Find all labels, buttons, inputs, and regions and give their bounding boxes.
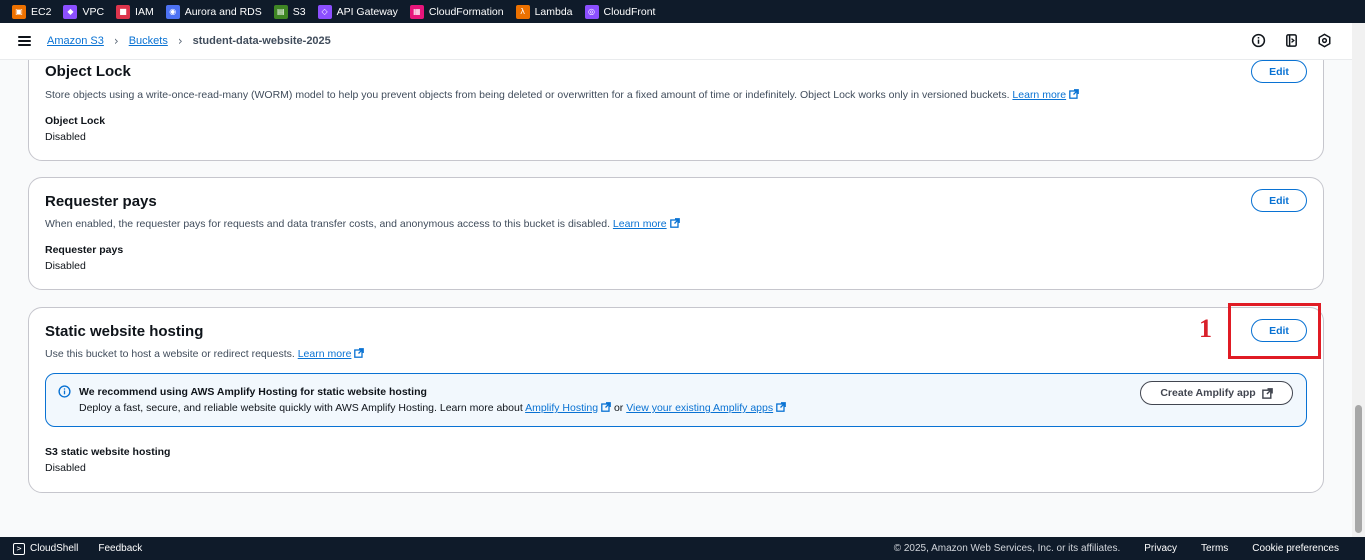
rds-icon: ◉ (165, 4, 180, 19)
settings-hexagon-icon[interactable] (1317, 33, 1332, 48)
static-hosting-learn-more-link[interactable]: Learn more (298, 348, 352, 360)
favorite-cloudfront[interactable]: ◎ CloudFront (584, 4, 655, 19)
external-link-icon (354, 348, 365, 358)
amplify-info-title: We recommend using AWS Amplify Hosting f… (79, 386, 427, 398)
breadcrumb-bar: Amazon S3 › Buckets › student-data-websi… (0, 23, 1352, 60)
s3-icon: ▤ (273, 4, 288, 19)
object-lock-card: Object Lock Edit Store objects using a w… (28, 60, 1324, 161)
object-lock-learn-more-link[interactable]: Learn more (1012, 89, 1066, 101)
create-amplify-app-button[interactable]: Create Amplify app (1140, 381, 1293, 405)
object-lock-title: Object Lock (45, 63, 131, 80)
breadcrumb-current: student-data-website-2025 (192, 35, 331, 47)
object-lock-value: Disabled (45, 131, 86, 143)
amplify-info-text: Deploy a fast, secure, and reliable webs… (79, 402, 786, 414)
requester-pays-description: When enabled, the requester pays for req… (45, 218, 680, 230)
external-link-icon (601, 402, 611, 412)
breadcrumb-amazon-s3[interactable]: Amazon S3 (47, 35, 104, 47)
static-hosting-description: Use this bucket to host a website or red… (45, 348, 365, 360)
requester-pays-card: Requester pays Edit When enabled, the re… (28, 177, 1324, 290)
iam-icon: ■ (116, 4, 131, 19)
breadcrumb: Amazon S3 › Buckets › student-data-websi… (47, 34, 331, 48)
view-amplify-apps-link[interactable]: View your existing Amplify apps (626, 402, 773, 414)
static-hosting-value: Disabled (45, 462, 86, 474)
static-hosting-key: S3 static website hosting (45, 446, 171, 458)
object-lock-edit-button[interactable]: Edit (1251, 60, 1307, 83)
feedback-link[interactable]: Feedback (98, 543, 142, 554)
external-link-icon (1261, 387, 1273, 399)
lambda-icon: λ (515, 4, 530, 19)
external-link-icon (776, 402, 786, 412)
info-icon (58, 385, 71, 398)
services-favorites-bar: ▣ EC2 ◆ VPC ■ IAM ◉ Aurora and RDS ▤ S3 ◇ API … (0, 0, 1365, 23)
cloudfront-icon: ◎ (584, 4, 599, 19)
favorite-vpc[interactable]: ◆ VPC (63, 4, 104, 19)
favorite-iam[interactable]: ■ IAM (116, 4, 154, 19)
favorite-cloudformation[interactable]: ▦ CloudFormation (409, 4, 504, 19)
external-link-icon (669, 218, 680, 228)
main-content: Object Lock Edit Store objects using a w… (0, 60, 1352, 537)
external-link-icon (1069, 89, 1079, 99)
object-lock-description: Store objects using a write-once-read-ma… (45, 89, 1079, 101)
annotation-highlight-box (1228, 303, 1321, 359)
ec2-icon: ▣ (12, 4, 26, 19)
amplify-hosting-link[interactable]: Amplify Hosting (525, 402, 598, 414)
favorite-aurora-rds[interactable]: ◉ Aurora and RDS (165, 4, 262, 19)
notifications-panel-icon[interactable] (1284, 33, 1299, 48)
object-lock-key: Object Lock (45, 115, 106, 127)
amplify-info-alert: We recommend using AWS Amplify Hosting f… (45, 373, 1307, 427)
breadcrumb-buckets[interactable]: Buckets (129, 35, 168, 47)
requester-pays-key: Requester pays (45, 244, 124, 256)
cloudformation-icon: ▦ (409, 4, 424, 19)
annotation-number: 1 (1199, 314, 1212, 343)
chevron-right-icon: › (177, 34, 183, 48)
privacy-link[interactable]: Privacy (1144, 543, 1177, 554)
menu-icon[interactable] (18, 36, 32, 46)
requester-pays-title: Requester pays (45, 193, 157, 210)
cookie-preferences-link[interactable]: Cookie preferences (1252, 543, 1339, 554)
requester-pays-learn-more-link[interactable]: Learn more (613, 218, 667, 230)
scrollbar-thumb[interactable] (1355, 405, 1362, 533)
requester-pays-edit-button[interactable]: Edit (1251, 189, 1307, 212)
chevron-right-icon: › (113, 34, 119, 48)
terms-link[interactable]: Terms (1201, 543, 1228, 554)
static-hosting-title: Static website hosting (45, 323, 204, 340)
favorite-ec2[interactable]: ▣ EC2 (12, 4, 51, 19)
api-gateway-icon: ◇ (317, 4, 332, 19)
static-website-hosting-card: Static website hosting Edit Use this buc… (28, 307, 1324, 493)
console-footer: > CloudShell Feedback © 2025, Amazon Web… (0, 537, 1365, 560)
info-icon[interactable] (1251, 33, 1266, 48)
cloudshell-button[interactable]: > CloudShell (13, 542, 78, 555)
terminal-icon: > (13, 542, 25, 555)
copyright-text: © 2025, Amazon Web Services, Inc. or its… (893, 543, 1121, 554)
favorite-lambda[interactable]: λ Lambda (515, 4, 573, 19)
vpc-icon: ◆ (63, 4, 78, 19)
favorite-api-gateway[interactable]: ◇ API Gateway (317, 4, 398, 19)
page-scrollbar[interactable] (1352, 23, 1365, 537)
requester-pays-value: Disabled (45, 260, 86, 272)
favorite-s3[interactable]: ▤ S3 (273, 4, 306, 19)
